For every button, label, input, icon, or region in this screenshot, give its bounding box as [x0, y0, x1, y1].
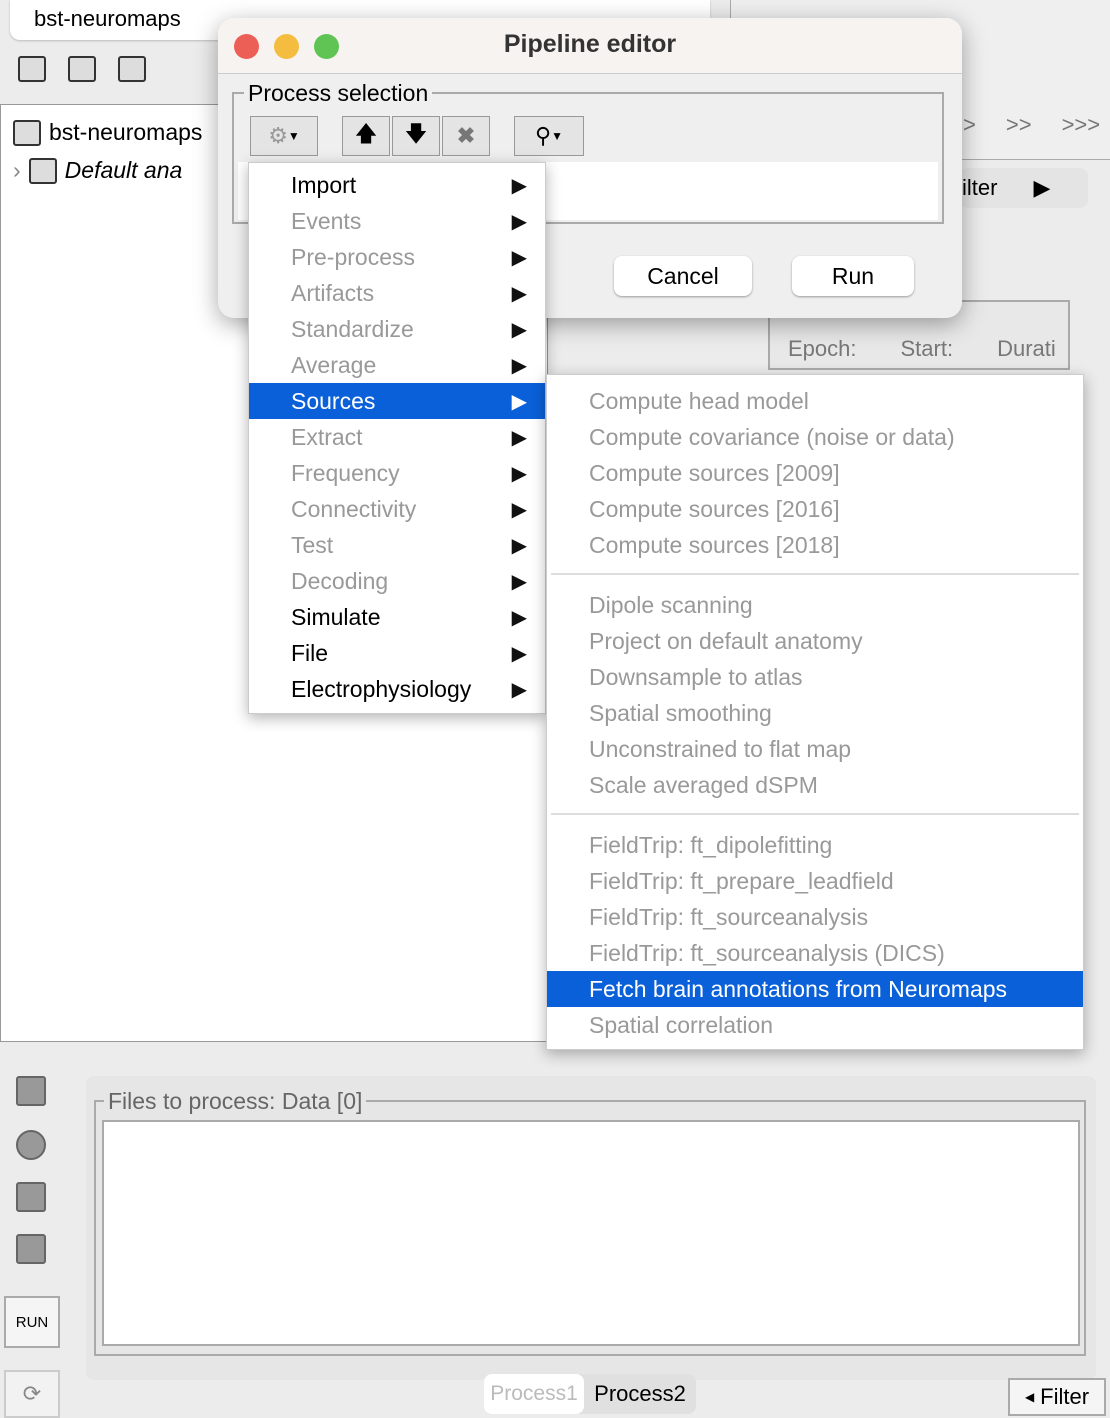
submenu-item[interactable]: Project on default anatomy [547, 623, 1083, 659]
menu-separator [551, 573, 1079, 575]
start-label: Start: [900, 336, 954, 361]
submenu-arrow-icon: ▶ [511, 426, 527, 449]
filter-tab-bg[interactable]: ilter ▶ [960, 168, 1088, 208]
submenu-arrow-icon: ▶ [511, 174, 527, 197]
menu-item-standardize[interactable]: Standardize ▶ [249, 311, 545, 347]
submenu-arrow-icon: ▶ [511, 642, 527, 665]
submenu-arrow-icon: ▶ [511, 678, 527, 701]
tab-process2[interactable]: Process2 [584, 1374, 696, 1414]
menu-item-simulate[interactable]: Simulate ▶ [249, 599, 545, 635]
submenu-item[interactable]: Dipole scanning [547, 587, 1083, 623]
menu-item-electrophysiology[interactable]: Electrophysiology ▶ [249, 671, 545, 707]
arrow-down-icon: 🡇 [404, 121, 428, 146]
move-down-button[interactable]: 🡇 [392, 116, 440, 156]
explorer-toolbar [18, 56, 146, 82]
window-title: Pipeline editor [503, 30, 677, 58]
hierarchy-icon: ⚲ [534, 123, 552, 148]
submenu-item[interactable]: Compute sources [2016] [547, 491, 1083, 527]
menu-item-import[interactable]: Import ▶ [249, 167, 545, 203]
submenu-arrow-icon: ▶ [511, 210, 527, 233]
files-drop-list[interactable] [102, 1120, 1080, 1346]
subject-icon [28, 157, 57, 184]
process-selection-label: Process selection [244, 80, 433, 107]
nav-next-3[interactable]: >>> [1062, 112, 1101, 138]
menu-item-decoding[interactable]: Decoding ▶ [249, 563, 545, 599]
study-view-icon[interactable] [118, 56, 146, 82]
functional-view-icon[interactable] [18, 56, 46, 82]
anatomy-view-icon[interactable] [68, 56, 96, 82]
submenu-item[interactable]: Compute covariance (noise or data) [547, 419, 1083, 455]
arrow-up-icon: 🡅 [354, 121, 378, 146]
menu-item-average[interactable]: Average ▶ [249, 347, 545, 383]
submenu-item[interactable]: Compute sources [2009] [547, 455, 1083, 491]
sources-icon[interactable] [16, 1130, 46, 1160]
menu-item-extract[interactable]: Extract ▶ [249, 419, 545, 455]
process-category-menu: Import ▶ Events ▶ Pre-process ▶ Artifacts ▶ Stan… [248, 162, 546, 714]
menu-item-frequency[interactable]: Frequency ▶ [249, 455, 545, 491]
submenu-arrow-icon: ▶ [511, 354, 527, 377]
menu-item-test[interactable]: Test ▶ [249, 527, 545, 563]
submenu-arrow-icon: ▶ [511, 570, 527, 593]
recordings-icon[interactable] [16, 1076, 46, 1106]
submenu-arrow-icon: ▶ [511, 498, 527, 521]
menu-item-pre-process[interactable]: Pre-process ▶ [249, 239, 545, 275]
nav-next[interactable]: > [963, 112, 976, 138]
submenu-arrow-icon: ▶ [511, 534, 527, 557]
submenu-item[interactable]: Spatial smoothing [547, 695, 1083, 731]
submenu-arrow-icon: ▶ [511, 318, 527, 341]
submenu-item[interactable]: Spatial correlation [547, 1007, 1083, 1043]
submenu-item[interactable]: Scale averaged dSPM [547, 767, 1083, 803]
delete-button[interactable]: ✖ [442, 116, 490, 156]
pipeline-button[interactable]: ⚲ ▼ [514, 116, 584, 156]
submenu-item[interactable]: Fetch brain annotations from Neuromaps [547, 971, 1083, 1007]
submenu-item[interactable]: Compute head model [547, 383, 1083, 419]
cancel-button[interactable]: Cancel [614, 256, 752, 296]
tab-process1[interactable]: Process1 [484, 1374, 584, 1414]
submenu-item[interactable]: FieldTrip: ft_sourceanalysis [547, 899, 1083, 935]
submenu-arrow-icon: ▶ [511, 390, 527, 413]
submenu-item[interactable]: Compute sources [2018] [547, 527, 1083, 563]
menu-item-artifacts[interactable]: Artifacts ▶ [249, 275, 545, 311]
submenu-arrow-icon: ▶ [511, 606, 527, 629]
tree-root[interactable]: bst-neuromaps [49, 119, 202, 146]
submenu-arrow-icon: ▶ [511, 282, 527, 305]
menu-item-events[interactable]: Events ▶ [249, 203, 545, 239]
chevron-right-icon[interactable]: › [13, 157, 21, 184]
move-up-button[interactable]: 🡅 [342, 116, 390, 156]
submenu-arrow-icon: ▶ [511, 462, 527, 485]
timefreq-icon[interactable] [16, 1182, 46, 1212]
menu-item-connectivity[interactable]: Connectivity ▶ [249, 491, 545, 527]
submenu-item[interactable]: FieldTrip: ft_sourceanalysis (DICS) [547, 935, 1083, 971]
files-to-process-label: Files to process: Data [0] [104, 1088, 367, 1115]
sources-submenu: Compute head model Compute covariance (no… [546, 374, 1084, 1050]
run-process-button[interactable]: RUN [4, 1296, 60, 1348]
submenu-item[interactable]: Unconstrained to flat map [547, 731, 1083, 767]
caret-left-icon: ◀ [1024, 1390, 1035, 1404]
epoch-label: Epoch: [788, 336, 857, 361]
duration-label: Durati [997, 336, 1056, 361]
menu-separator [551, 813, 1079, 815]
process-tabs: Process1 Process2 [484, 1374, 696, 1414]
gear-icon: ⚙ [268, 123, 288, 148]
nav-next-2[interactable]: >> [1006, 112, 1032, 138]
refresh-icon[interactable]: ⟳ [4, 1370, 60, 1418]
menu-item-sources[interactable]: Sources ▶ [249, 383, 545, 419]
run-button[interactable]: Run [792, 256, 914, 296]
submenu-item[interactable]: FieldTrip: ft_dipolefitting [547, 827, 1083, 863]
close-x-icon: ✖ [456, 123, 476, 148]
submenu-arrow-icon: ▶ [511, 246, 527, 269]
files-panel: Files to process: Data [0] [86, 1076, 1096, 1380]
filter-button[interactable]: ◀ Filter [1008, 1378, 1106, 1416]
protocol-icon [13, 119, 41, 146]
tree-subject[interactable]: Default ana [65, 157, 183, 184]
add-process-button[interactable]: ⚙ ▼ [250, 116, 318, 156]
menu-item-file[interactable]: File ▶ [249, 635, 545, 671]
submenu-item[interactable]: FieldTrip: ft_prepare_leadfield [547, 863, 1083, 899]
matrix-icon[interactable] [16, 1234, 46, 1264]
play-icon[interactable]: ▶ [1033, 175, 1050, 201]
submenu-item[interactable]: Downsample to atlas [547, 659, 1083, 695]
